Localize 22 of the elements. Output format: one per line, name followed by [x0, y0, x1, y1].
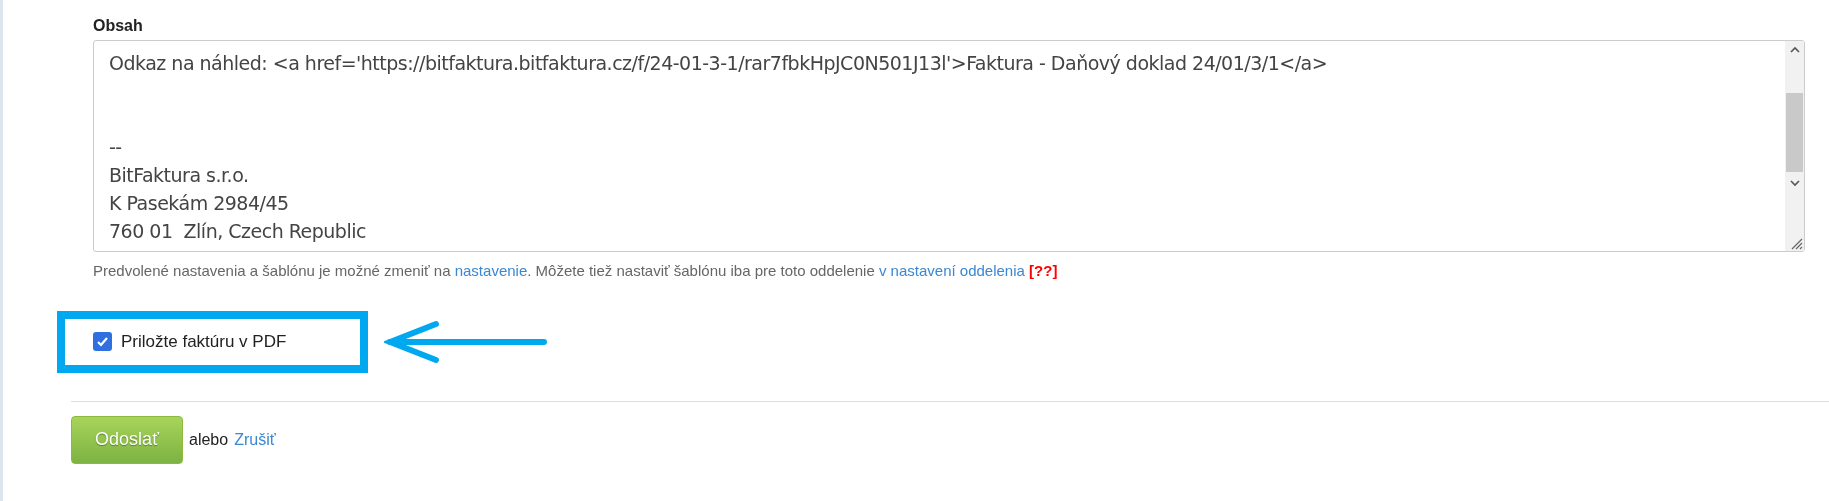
resize-grip-icon[interactable] [1789, 236, 1803, 250]
checkbox-label[interactable]: Priložte faktúru v PDF [121, 328, 287, 355]
checkmark-icon [96, 335, 109, 348]
text-line: Odkaz na náhled: <a href='https://bitfaktura.bitfaktura.cz/f/24-01-3-1/rar7fbkHpJC0N501J13l'>Faktura - Daňový doklad 24/01/3/1</a> [109, 51, 1328, 76]
scroll-down-icon[interactable] [1788, 178, 1801, 188]
content-textarea[interactable]: Odkaz na náhled: <a href='https://bitfaktura.bitfaktura.cz/f/24-01-3-1/rar7fbkHpJC0N501J13l'>Faktura - Daňový doklad 24/01/3/1</a> -- BitFaktura s.r.o. K Pasekám 2984/45 760 01 Zlín, Czech Republic [93, 40, 1805, 252]
hint-text: Predvolené nastavenia a šablónu je možné zmeniť na nastavenie. Môžete tiež nastaviť šablónu iba pre toto oddelenie v nastavení oddelenia [??] [93, 261, 1059, 281]
settings-link[interactable]: nastavenie [454, 262, 528, 279]
arrow-icon [384, 319, 548, 364]
scrollbar[interactable] [1785, 41, 1804, 251]
cancel-link[interactable]: Zrušiť [234, 427, 276, 452]
checkbox[interactable] [93, 332, 112, 351]
submit-button[interactable]: Odoslať [71, 415, 183, 464]
or-text: alebo [189, 429, 229, 450]
department-settings-link[interactable]: v nastavení oddelenia [878, 262, 1025, 279]
text-line: BitFaktura s.r.o. [109, 163, 249, 188]
text-line: K Pasekám 2984/45 [109, 191, 289, 216]
scroll-thumb[interactable] [1786, 93, 1803, 172]
text-line: -- [109, 135, 122, 160]
field-label: Obsah [93, 16, 144, 36]
text-line: 760 01 Zlín, Czech Republic [109, 219, 366, 244]
scroll-up-icon[interactable] [1788, 45, 1801, 55]
